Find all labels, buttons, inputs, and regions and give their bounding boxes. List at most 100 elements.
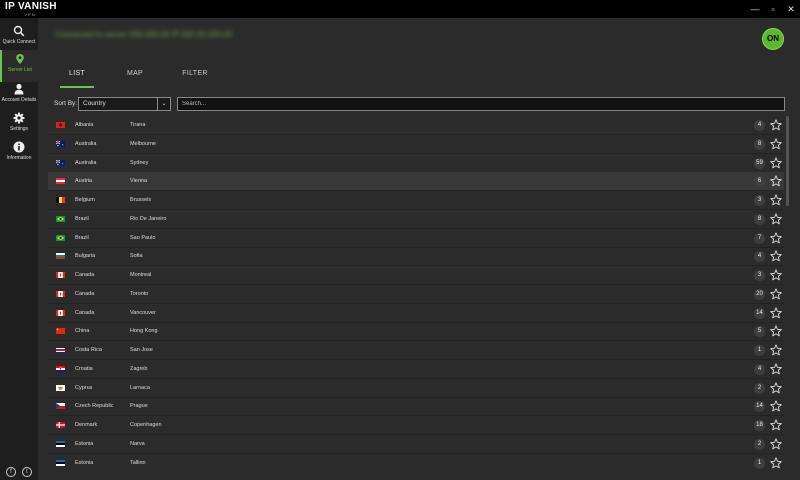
server-city: Sao Paulo <box>130 234 156 241</box>
server-row[interactable]: Brazil Rio De Janeiro 8 <box>48 210 784 229</box>
sidebar: Quick Connect Server List Account Detail… <box>0 18 38 480</box>
facebook-icon[interactable]: f <box>6 467 16 477</box>
server-country: Austria <box>75 178 93 185</box>
croatia-flag-icon <box>56 365 65 372</box>
server-city: Toronto <box>130 290 149 297</box>
server-row[interactable]: Canada Toronto 20 <box>48 285 784 304</box>
canada-flag-icon <box>56 272 65 278</box>
belgium-flag-icon <box>56 197 65 203</box>
nav-quick-connect[interactable]: Quick Connect <box>0 22 38 52</box>
server-row[interactable]: Brazil Sao Paulo 7 <box>48 229 784 248</box>
favorite-star-icon[interactable] <box>770 344 782 356</box>
favorite-star-icon[interactable] <box>770 419 782 431</box>
favorite-star-icon[interactable] <box>770 138 782 150</box>
close-button[interactable]: ✕ <box>782 0 800 18</box>
nav-account-details[interactable]: Account Details <box>0 80 38 110</box>
favorite-star-icon[interactable] <box>770 175 782 187</box>
server-count-badge: 8 <box>754 138 765 150</box>
server-row[interactable]: Czech Republic Prague 14 <box>48 397 784 417</box>
favorite-star-icon[interactable] <box>770 231 782 244</box>
favorite-star-icon[interactable] <box>770 213 782 225</box>
logo-subtext: VPN <box>24 12 36 17</box>
favorite-star-icon[interactable] <box>770 306 782 319</box>
cyprus-flag-icon <box>56 384 65 391</box>
sort-by-select[interactable]: Country ⌄ <box>78 97 171 111</box>
favorite-star-icon[interactable] <box>770 250 782 262</box>
server-row[interactable]: Costa Rica San Jose 1 <box>48 341 784 360</box>
server-row[interactable]: Belgium Brussels 3 <box>48 191 784 210</box>
nav-label: Information <box>6 155 32 161</box>
minimize-button[interactable]: — <box>746 0 764 18</box>
server-row[interactable]: Croatia Zagreb 4 <box>48 360 784 379</box>
favorite-star-icon[interactable] <box>770 156 782 169</box>
server-row[interactable]: Denmark Copenhagen 18 <box>48 416 784 435</box>
favorite-star-icon[interactable] <box>770 363 782 375</box>
favorite-star-icon[interactable] <box>770 269 782 281</box>
scrollbar[interactable] <box>786 116 789 206</box>
server-city: Vancouver <box>130 309 156 316</box>
server-count-badge: 8 <box>754 213 765 225</box>
server-row[interactable]: Australia Melbourne 8 <box>48 135 784 154</box>
search-input[interactable] <box>177 97 785 111</box>
server-count-badge: 2 <box>754 382 765 394</box>
server-count-badge: 3 <box>754 270 765 281</box>
search-icon <box>13 25 25 37</box>
favorite-star-icon[interactable] <box>770 194 782 206</box>
server-row[interactable]: Australia Sydney 59 <box>48 154 784 173</box>
server-count-badge: 5 <box>754 326 765 338</box>
ipvanish-logo: IP VANISH VPN <box>5 1 57 18</box>
bulgaria-flag-icon <box>56 253 65 260</box>
tab-filter[interactable]: FILTER <box>178 66 212 88</box>
server-row[interactable]: Estonia Narva 2 <box>48 435 784 454</box>
tab-bar: LIST MAP FILTER <box>48 66 788 88</box>
logo-text: IP VANISH <box>5 1 57 12</box>
sort-by-label: Sort By: <box>54 100 78 107</box>
brazil-flag-icon <box>56 215 65 222</box>
favorite-star-icon[interactable] <box>770 381 782 394</box>
server-row[interactable]: Albania Tirana 4 <box>48 116 784 135</box>
canada-flag-icon <box>56 290 65 297</box>
chevron-down-icon: ⌄ <box>157 98 170 110</box>
china-flag-icon <box>56 328 65 335</box>
server-city: Zagreb <box>130 365 148 372</box>
server-city: Montreal <box>130 272 152 278</box>
favorite-star-icon[interactable] <box>770 325 782 337</box>
twitter-icon[interactable]: t <box>22 467 32 477</box>
tab-list[interactable]: LIST <box>60 66 94 88</box>
nav-settings[interactable]: Settings <box>0 109 38 139</box>
server-row[interactable]: Bulgaria Sofia 4 <box>48 247 784 267</box>
favorite-star-icon[interactable] <box>770 119 782 131</box>
server-city: Brussels <box>130 197 152 203</box>
favorite-star-icon[interactable] <box>770 438 782 450</box>
power-toggle-button[interactable]: ON <box>762 28 784 50</box>
server-row[interactable]: Cyprus Larnaca 2 <box>48 379 784 398</box>
server-country: Canada <box>75 290 95 297</box>
canada-flag-icon <box>56 309 65 316</box>
gear-icon <box>13 112 25 124</box>
nav-information[interactable]: Information <box>0 138 38 168</box>
australia-flag-icon <box>56 140 65 147</box>
server-row[interactable]: Canada Montreal 3 <box>48 266 784 285</box>
server-row[interactable]: China Hong Kong 5 <box>48 322 784 342</box>
favorite-star-icon[interactable] <box>770 288 782 300</box>
estonia-flag-icon <box>56 459 65 466</box>
server-row[interactable]: Canada Vancouver 14 <box>48 304 784 323</box>
server-count-badge: 2 <box>754 438 765 450</box>
server-country: Cyprus <box>75 384 93 391</box>
info-icon <box>13 141 25 153</box>
nav-server-list[interactable]: Server List <box>0 50 38 82</box>
server-row[interactable]: Austria Vienna 6 <box>48 172 784 192</box>
favorite-star-icon[interactable] <box>770 456 782 469</box>
server-count-badge: 3 <box>754 195 765 206</box>
server-city: Tirana <box>130 122 146 128</box>
server-city: Copenhagen <box>130 422 162 428</box>
server-row[interactable]: Estonia Tallinn 1 <box>48 454 784 472</box>
server-count-badge: 7 <box>754 232 765 244</box>
server-count-badge: 4 <box>754 251 765 263</box>
tab-map[interactable]: MAP <box>120 66 150 88</box>
server-country: Albania <box>75 122 94 128</box>
location-pin-icon <box>16 54 24 64</box>
maximize-button[interactable]: ▫ <box>764 0 782 18</box>
server-city: Rio De Janeiro <box>130 215 167 222</box>
favorite-star-icon[interactable] <box>770 400 782 412</box>
